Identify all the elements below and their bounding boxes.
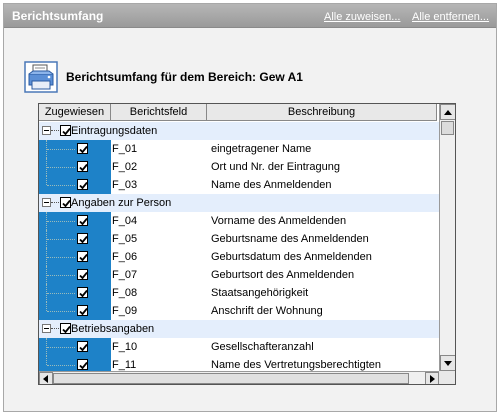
table-row[interactable]: F_01 eingetragener Name xyxy=(39,140,439,158)
group-label: Betriebsangaben xyxy=(71,323,155,335)
field-code: F_09 xyxy=(112,305,138,317)
group-checkbox[interactable] xyxy=(60,323,71,334)
assigned-cell xyxy=(39,356,111,372)
field-code: F_03 xyxy=(112,179,138,191)
tree-connector xyxy=(47,311,75,312)
column-header-description[interactable]: Beschreibung xyxy=(207,104,437,121)
collapse-toggle-icon[interactable] xyxy=(42,198,51,207)
column-header-assigned[interactable]: Zugewiesen xyxy=(39,104,111,121)
field-description: Name des Anmeldenden xyxy=(211,179,332,191)
assigned-checkbox[interactable] xyxy=(77,233,88,244)
tree-connector xyxy=(47,365,75,366)
collapse-toggle-icon[interactable] xyxy=(42,126,51,135)
field-code: F_02 xyxy=(112,161,138,173)
field-description: Ort und Nr. der Eintragung xyxy=(211,161,341,173)
scroll-left-button[interactable] xyxy=(39,372,53,384)
field-code: F_11 xyxy=(112,359,137,371)
table-row[interactable]: F_06 Geburtsdatum des Anmeldenden xyxy=(39,248,439,266)
printer-icon xyxy=(24,61,58,93)
remove-all-link[interactable]: Alle entfernen... xyxy=(412,11,489,23)
field-code: F_06 xyxy=(112,251,138,263)
field-description: Name des Vertretungsberechtigten xyxy=(211,359,381,371)
column-header-field[interactable]: Berichtsfeld xyxy=(111,104,207,121)
tree-connector xyxy=(51,130,59,131)
table-row[interactable]: F_11 Name des Vertretungsberechtigten xyxy=(39,356,439,372)
field-description: eingetragener Name xyxy=(211,143,312,155)
scrollbar-corner xyxy=(439,371,455,384)
assigned-checkbox[interactable] xyxy=(77,143,88,154)
table-row[interactable]: F_05 Geburtsname des Anmeldenden xyxy=(39,230,439,248)
scroll-down-button[interactable] xyxy=(440,355,455,371)
group-row[interactable]: Betriebsangaben xyxy=(39,320,439,338)
horizontal-scroll-thumb[interactable] xyxy=(53,373,409,384)
field-description: Geburtsname des Anmeldenden xyxy=(211,233,369,245)
group-checkbox[interactable] xyxy=(60,125,71,136)
scroll-right-button[interactable] xyxy=(425,372,439,384)
panel-titlebar: Berichtsumfang Alle zuweisen... Alle ent… xyxy=(4,4,496,28)
vertical-scroll-thumb[interactable] xyxy=(441,121,454,135)
table-row[interactable]: F_10 Gesellschafteranzahl xyxy=(39,338,439,356)
field-code: F_07 xyxy=(112,269,138,281)
table-row[interactable]: F_03 Name des Anmeldenden xyxy=(39,176,439,194)
field-code: F_01 xyxy=(112,143,138,155)
table-row[interactable]: F_04 Vorname des Anmeldenden xyxy=(39,212,439,230)
field-code: F_04 xyxy=(112,215,138,227)
tree-connector xyxy=(47,149,75,150)
tree-connector xyxy=(47,185,75,186)
tree-connector xyxy=(51,202,59,203)
grid-rows: Eintragungsdaten F_01 eingetragener Name F_… xyxy=(39,122,439,372)
group-label: Eintragungsdaten xyxy=(71,125,158,137)
assigned-checkbox[interactable] xyxy=(77,269,88,280)
field-description: Gesellschafteranzahl xyxy=(211,341,314,353)
assigned-checkbox[interactable] xyxy=(77,341,88,352)
tree-connector xyxy=(51,328,59,329)
tree-connector xyxy=(46,356,47,365)
assigned-checkbox[interactable] xyxy=(77,251,88,262)
group-checkbox[interactable] xyxy=(60,197,71,208)
report-fields-grid: Zugewiesen Berichtsfeld Beschreibung Ein… xyxy=(38,103,456,385)
tree-connector xyxy=(47,293,75,294)
field-description: Staatsangehörigkeit xyxy=(211,287,309,299)
field-code: F_05 xyxy=(112,233,138,245)
assigned-checkbox[interactable] xyxy=(77,179,88,190)
assigned-checkbox[interactable] xyxy=(77,287,88,298)
tree-connector xyxy=(47,221,75,222)
tree-connector xyxy=(47,275,75,276)
assigned-checkbox[interactable] xyxy=(77,305,88,316)
table-row[interactable]: F_09 Anschrift der Wohnung xyxy=(39,302,439,320)
table-row[interactable]: F_08 Staatsangehörigkeit xyxy=(39,284,439,302)
table-row[interactable]: F_07 Geburtsort des Anmeldenden xyxy=(39,266,439,284)
collapse-toggle-icon[interactable] xyxy=(42,324,51,333)
section-title: Berichtsumfang für dem Bereich: Gew A1 xyxy=(66,70,303,84)
field-description: Geburtsort des Anmeldenden xyxy=(211,269,355,281)
panel-title: Berichtsumfang xyxy=(12,9,104,23)
assigned-checkbox[interactable] xyxy=(77,359,88,370)
tree-connector xyxy=(47,347,75,348)
assigned-checkbox[interactable] xyxy=(77,161,88,172)
assign-all-link[interactable]: Alle zuweisen... xyxy=(324,11,400,23)
vertical-scrollbar[interactable] xyxy=(439,104,455,372)
assigned-checkbox[interactable] xyxy=(77,215,88,226)
scroll-up-button[interactable] xyxy=(440,104,455,120)
group-row[interactable]: Angaben zur Person xyxy=(39,194,439,212)
tree-connector xyxy=(46,176,47,185)
group-label: Angaben zur Person xyxy=(71,197,172,209)
table-row[interactable]: F_02 Ort und Nr. der Eintragung xyxy=(39,158,439,176)
field-description: Geburtsdatum des Anmeldenden xyxy=(211,251,372,263)
field-description: Anschrift der Wohnung xyxy=(211,305,323,317)
group-row[interactable]: Eintragungsdaten xyxy=(39,122,439,140)
horizontal-scrollbar[interactable] xyxy=(39,371,439,384)
tree-connector xyxy=(47,257,75,258)
field-code: F_08 xyxy=(112,287,138,299)
tree-connector xyxy=(46,302,47,311)
field-description: Vorname des Anmeldenden xyxy=(211,215,347,227)
field-code: F_10 xyxy=(112,341,138,353)
tree-connector xyxy=(47,239,75,240)
tree-connector xyxy=(47,167,75,168)
